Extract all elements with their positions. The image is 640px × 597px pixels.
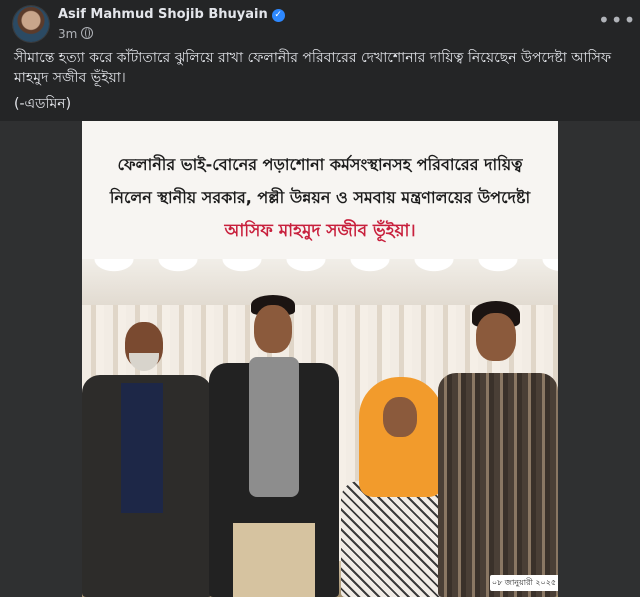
- image-date-stamp: ০৮ জানুয়ারী ২০২৫: [490, 575, 558, 591]
- globe-icon: [81, 27, 94, 39]
- person-elder-man: [82, 317, 212, 597]
- post-meta: 3m: [58, 27, 94, 41]
- headscarf: [359, 377, 443, 497]
- image-headline-line-1: ফেলানীর ভাই-বোনের পড়াশোনা কর্মসংস্থানসহ…: [117, 155, 523, 174]
- more-options-icon[interactable]: •••: [598, 10, 635, 36]
- verified-badge-icon: ✓: [271, 9, 285, 22]
- author-name-row: Asif Mahmud Shojib Bhuyain ✓: [58, 7, 285, 22]
- caption-signature: (-এডমিন): [14, 96, 72, 112]
- face: [254, 305, 292, 353]
- image-headline-line-2: নিলেন স্থানীয় সরকার, পল্লী উন্নয়ন ও সম…: [109, 188, 531, 207]
- face: [383, 397, 417, 437]
- image-headline-banner: ফেলানীর ভাই-বোনের পড়াশোনা কর্মসংস্থানসহ…: [82, 121, 558, 259]
- person-young-man-scarf: [209, 293, 339, 597]
- post-header: Asif Mahmud Shojib Bhuyain ✓ 3m •••: [0, 0, 640, 46]
- sweater: [121, 383, 163, 513]
- person-young-man-check-shirt: [438, 301, 558, 597]
- beard: [129, 353, 159, 371]
- post-image[interactable]: ফেলানীর ভাই-বোনের পড়াশোনা কর্মসংস্থানসহ…: [82, 121, 558, 597]
- scarf: [249, 357, 299, 497]
- author-avatar[interactable]: [13, 6, 49, 42]
- image-headline-line-3: আসিফ মাহমুদ সজীব ভূঁইয়া।: [224, 221, 416, 241]
- face: [476, 313, 516, 361]
- author-name[interactable]: Asif Mahmud Shojib Bhuyain: [58, 7, 268, 22]
- post-media[interactable]: ফেলানীর ভাই-বোনের পড়াশোনা কর্মসংস্থানসহ…: [0, 121, 640, 597]
- trousers: [233, 523, 315, 597]
- post-caption: সীমান্তে হত্যা করে কাঁটাতারে ঝুলিয়ে রাখ…: [14, 48, 626, 114]
- check-shirt: [438, 373, 558, 597]
- post-time[interactable]: 3m: [58, 27, 77, 41]
- caption-text: সীমান্তে হত্যা করে কাঁটাতারে ঝুলিয়ে রাখ…: [14, 50, 612, 86]
